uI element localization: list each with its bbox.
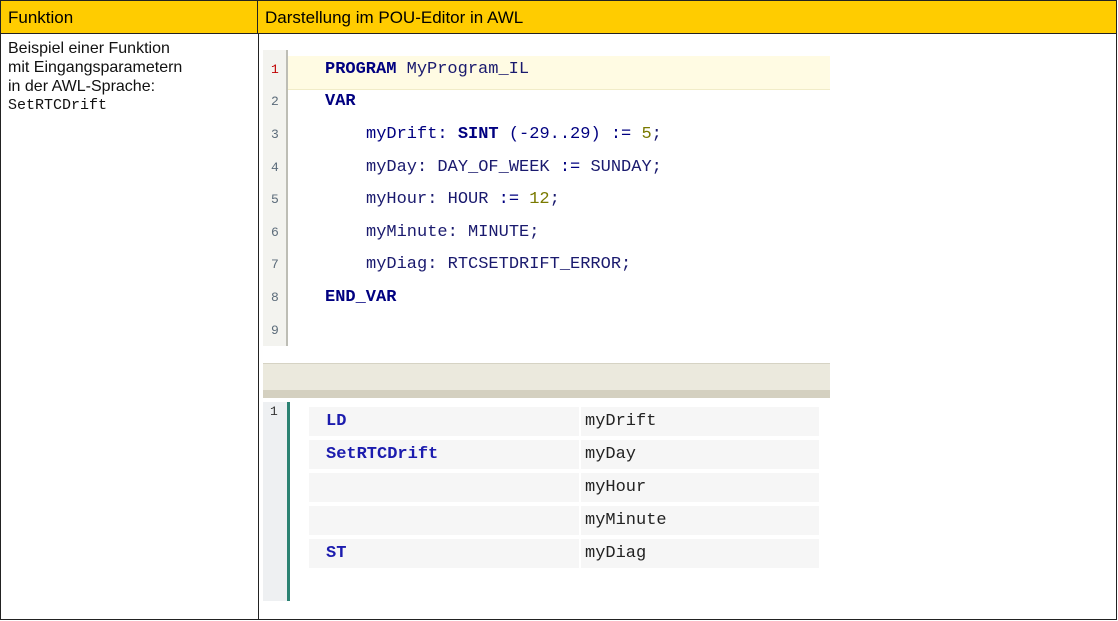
description-line-3: in der AWL-Sprache: (8, 78, 156, 95)
pou-editor-screenshot: 1 2 3 4 5 6 7 8 9 PROGRAM MyProgram_IL V… (263, 50, 830, 603)
editor-splitter[interactable] (263, 363, 830, 391)
il-operand[interactable]: myHour (581, 473, 819, 502)
assign-op: := (498, 190, 520, 209)
il-line-number: 1 (270, 404, 278, 419)
description-line-2: mit Eingangsparametern (8, 59, 183, 76)
semicolon: ; (651, 125, 662, 144)
assign-op: := (559, 158, 581, 177)
il-operator[interactable]: SetRTCDrift (309, 440, 579, 469)
keyword: VAR (325, 92, 356, 111)
code-line-5[interactable]: myHour: HOUR := 12; (366, 190, 560, 209)
line-number: 9 (271, 323, 279, 338)
keyword: SINT (457, 125, 499, 144)
var-name: myDrift: (366, 125, 448, 144)
il-operator[interactable] (309, 506, 579, 535)
semicolon: ; (651, 158, 662, 177)
var-decl: myHour: HOUR (366, 190, 499, 209)
il-operand[interactable]: myMinute (581, 506, 819, 535)
splitter-handle[interactable] (263, 390, 830, 398)
line-number: 1 (271, 62, 279, 77)
code-line-2[interactable]: VAR (325, 92, 356, 111)
il-operand[interactable]: myDay (581, 440, 819, 469)
function-description: Beispiel einer Funktion mit Eingangspara… (8, 39, 253, 115)
description-line-1: Beispiel einer Funktion (8, 40, 170, 57)
range: (-29..29) (498, 125, 611, 144)
program-name: MyProgram_IL (396, 60, 530, 79)
gutter-separator (286, 50, 288, 346)
code-line-1[interactable]: PROGRAM MyProgram_IL (325, 60, 529, 79)
il-operator[interactable]: LD (309, 407, 579, 436)
code-line-4[interactable]: myDay: DAY_OF_WEEK := SUNDAY; (366, 158, 662, 177)
semicolon: ; (549, 190, 560, 209)
assign-op: := (610, 125, 632, 144)
il-operator[interactable] (309, 473, 579, 502)
code-line-6[interactable]: myMinute: MINUTE; (366, 223, 539, 242)
value: SUNDAY (580, 158, 652, 177)
line-number: 8 (271, 290, 279, 305)
var-decl: myDay: DAY_OF_WEEK (366, 158, 560, 177)
line-number: 5 (271, 192, 279, 207)
il-gutter (263, 402, 287, 601)
number-literal: 5 (631, 125, 652, 144)
number-literal: 12 (519, 190, 550, 209)
keyword: PROGRAM (325, 60, 397, 79)
il-operator[interactable]: ST (309, 539, 579, 568)
function-name: SetRTCDrift (8, 97, 108, 114)
line-number: 3 (271, 127, 279, 142)
code-line-8[interactable]: END_VAR (325, 288, 396, 307)
il-operand[interactable]: myDiag (581, 539, 819, 568)
line-number: 4 (271, 160, 279, 175)
code-line-3[interactable]: myDrift: SINT (-29..29) := 5; (366, 125, 662, 144)
line-number: 6 (271, 225, 279, 240)
line-number: 2 (271, 94, 279, 109)
il-operand[interactable]: myDrift (581, 407, 819, 436)
header-darstellung: Darstellung im POU-Editor in AWL (258, 1, 1116, 34)
line-number: 7 (271, 257, 279, 272)
keyword: END_VAR (325, 288, 397, 307)
il-gutter-accent (287, 402, 290, 601)
header-funktion: Funktion (1, 1, 258, 34)
column-divider (258, 34, 259, 619)
code-line-7[interactable]: myDiag: RTCSETDRIFT_ERROR; (366, 255, 631, 274)
